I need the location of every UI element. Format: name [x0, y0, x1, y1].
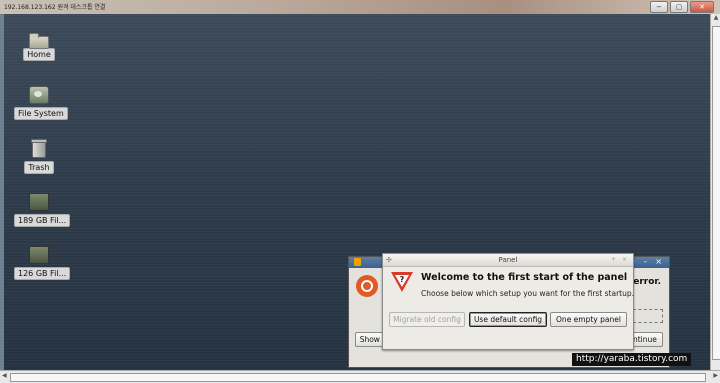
desktop-icon-label: File System: [14, 107, 68, 120]
panel-dialog-title: Panel: [498, 256, 518, 264]
panel-dialog-titlebar: ✣ Panel + ×: [383, 254, 633, 267]
desktop-icon-trash[interactable]: Trash: [14, 139, 64, 174]
scroll-up-icon[interactable]: ▲: [711, 14, 720, 24]
panel-dialog-controls[interactable]: + ×: [611, 254, 629, 266]
desktop-icon-label: Home: [23, 48, 55, 61]
ubuntu-logo-icon: [356, 275, 378, 297]
desktop-icon-label: 189 GB Fil...: [14, 214, 71, 227]
hard-disk-icon: [29, 193, 49, 211]
maximize-button[interactable]: ▢: [670, 1, 688, 13]
error-text: error.: [633, 277, 661, 287]
desktop-icon-189gb[interactable]: 189 GB Fil...: [14, 193, 71, 227]
desktop-icon-126gb[interactable]: 126 GB Fil...: [14, 246, 71, 280]
background-dialog-controls[interactable]: + - ×: [629, 257, 665, 266]
close-button[interactable]: ✕: [690, 1, 714, 13]
hard-disk-icon: [29, 246, 49, 264]
horizontal-scrollbar[interactable]: ◀ ▶: [0, 370, 720, 383]
scroll-left-icon[interactable]: ◀: [2, 372, 7, 379]
window-menu-icon[interactable]: ✣: [386, 254, 392, 266]
migrate-old-config-button[interactable]: Migrate old config: [389, 312, 465, 327]
horizontal-scroll-thumb[interactable]: [10, 373, 706, 382]
scroll-right-icon[interactable]: ▶: [713, 372, 718, 379]
use-default-config-button[interactable]: Use default config: [469, 312, 547, 327]
lock-icon: [354, 258, 361, 266]
drive-icon: [29, 86, 49, 104]
blog-watermark: http://yaraba.tistory.com: [572, 353, 692, 366]
desktop-icon-label: 126 GB Fil...: [14, 267, 71, 280]
window-controls: − ▢ ✕: [650, 1, 714, 13]
vertical-scrollbar[interactable]: ▲: [710, 14, 720, 370]
focus-placeholder: [633, 309, 663, 323]
desktop-icon-file-system[interactable]: File System: [14, 86, 68, 120]
desktop-icon-label: Trash: [24, 161, 54, 174]
desktop-icon-home[interactable]: Home: [14, 32, 64, 61]
trash-icon: [31, 139, 47, 158]
home-folder-icon: [29, 33, 49, 49]
minimize-button[interactable]: −: [650, 1, 668, 13]
dialog-subtext: Choose below which setup you want for th…: [421, 289, 634, 298]
window-title: 192.168.123.162 원격 데스크톱 연결: [4, 4, 106, 11]
dialog-heading: Welcome to the first start of the panel: [421, 272, 628, 283]
one-empty-panel-button[interactable]: One empty panel: [550, 312, 627, 327]
remote-desktop-titlebar: 192.168.123.162 원격 데스크톱 연결 − ▢ ✕: [0, 0, 720, 15]
panel-welcome-dialog: ✣ Panel + × ? Welcome to the first start…: [382, 253, 634, 350]
vertical-scroll-thumb[interactable]: [712, 26, 720, 360]
